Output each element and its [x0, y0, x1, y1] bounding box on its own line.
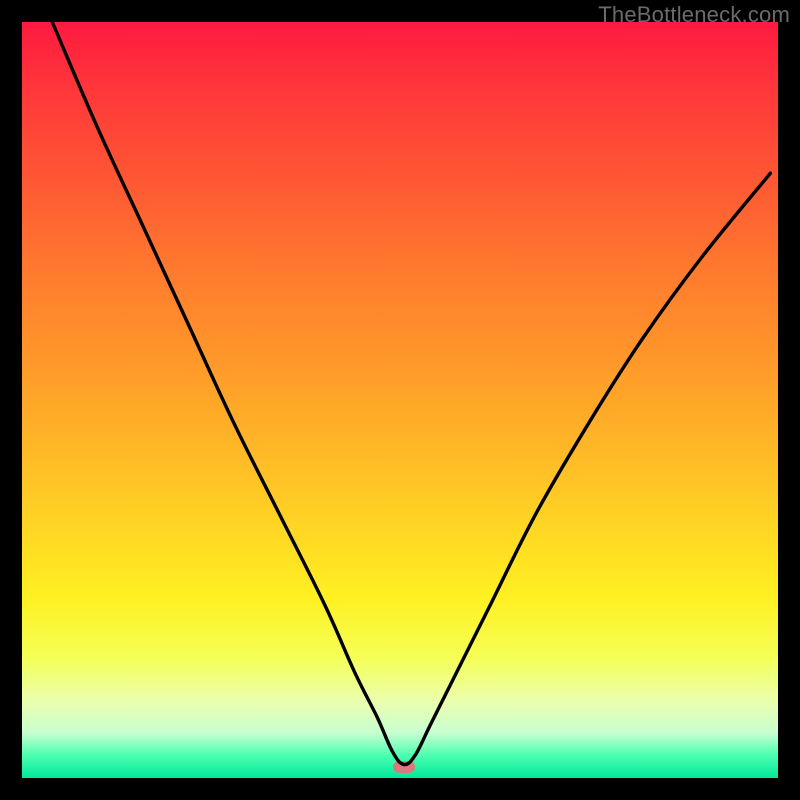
watermark-text: TheBottleneck.com [598, 2, 790, 28]
curve-svg [22, 22, 778, 778]
chart-frame: TheBottleneck.com [0, 0, 800, 800]
bottleneck-curve-path [52, 22, 770, 764]
plot-area [22, 22, 778, 778]
